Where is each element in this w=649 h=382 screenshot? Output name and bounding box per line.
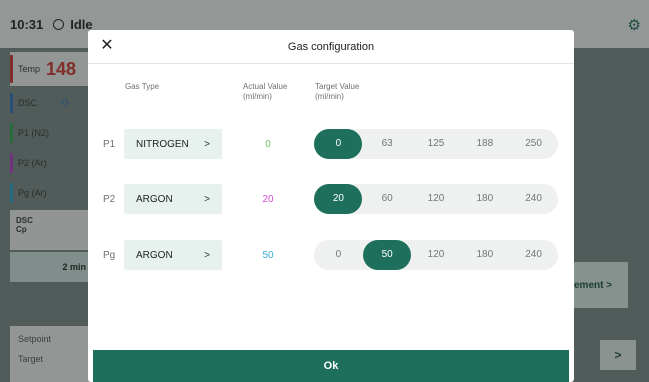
target-option[interactable]: 240	[510, 240, 558, 270]
target-selector-p2: 20 60 120 180 240	[314, 184, 558, 214]
actual-value-unit: (ml/min)	[243, 92, 272, 101]
gas-type-value: ARGON	[136, 249, 173, 261]
gas-type-header: Gas Type	[125, 82, 160, 91]
actual-value-p2: 20	[262, 194, 274, 205]
target-option[interactable]: 60	[363, 184, 411, 214]
ok-button[interactable]: Ok	[93, 350, 569, 382]
gas-configuration-dialog: ✕ Gas configuration Gas Type Actual Valu…	[88, 30, 574, 382]
target-option[interactable]: 63	[363, 129, 411, 159]
gas-type-select-pg[interactable]: ARGON >	[124, 240, 222, 270]
row-label-pg: Pg	[103, 250, 116, 261]
chevron-right-icon: >	[204, 249, 210, 261]
target-value-title: Target Value	[315, 82, 360, 91]
target-option[interactable]: 250	[510, 129, 558, 159]
target-option[interactable]: 120	[412, 184, 460, 214]
chevron-right-icon: >	[204, 138, 210, 150]
target-option[interactable]: 20	[314, 184, 363, 214]
actual-value-p1: 0	[265, 139, 271, 150]
target-option[interactable]: 188	[461, 129, 509, 159]
target-selector-pg: 0 50 120 180 240	[314, 240, 558, 270]
actual-value-pg: 50	[262, 250, 274, 261]
chevron-right-icon: >	[204, 193, 210, 205]
target-option[interactable]: 125	[412, 129, 460, 159]
target-option[interactable]: 120	[412, 240, 460, 270]
target-option[interactable]: 240	[510, 184, 558, 214]
gas-type-select-p1[interactable]: NITROGEN >	[124, 129, 222, 159]
target-option[interactable]: 180	[461, 184, 509, 214]
target-value-header: Target Value (ml/min)	[315, 82, 359, 102]
gas-type-value: ARGON	[136, 193, 173, 205]
target-value-unit: (ml/min)	[315, 92, 344, 101]
actual-value-header: Actual Value (ml/min)	[243, 82, 287, 102]
dialog-header: ✕ Gas configuration	[88, 30, 574, 64]
gas-type-select-p2[interactable]: ARGON >	[124, 184, 222, 214]
dialog-title: Gas configuration	[287, 41, 375, 53]
gas-type-value: NITROGEN	[136, 138, 189, 150]
target-selector-p1: 0 63 125 188 250	[314, 129, 558, 159]
row-label-p2: P2	[103, 194, 116, 205]
actual-value-title: Actual Value	[243, 82, 288, 91]
target-option[interactable]: 0	[314, 240, 362, 270]
target-option[interactable]: 180	[461, 240, 509, 270]
target-option[interactable]: 0	[314, 129, 363, 159]
target-option[interactable]: 50	[363, 240, 412, 270]
row-label-p1: P1	[103, 139, 116, 150]
